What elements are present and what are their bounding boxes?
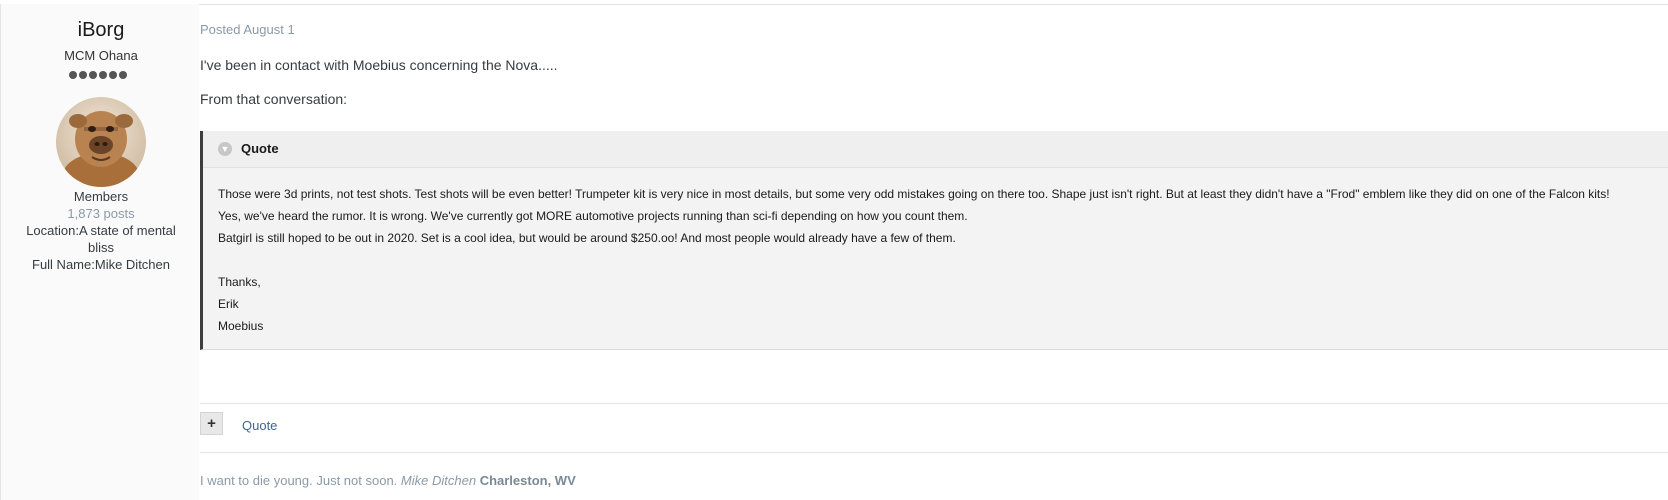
signature: I want to die young. Just not soon. Mike… <box>200 473 576 488</box>
avatar-image <box>56 97 146 187</box>
member-location: Location:A state of mental <box>11 222 191 240</box>
quote-header[interactable]: ▼ Quote <box>203 131 1668 168</box>
post-paragraph: I've been in contact with Moebius concer… <box>200 57 558 73</box>
rank-pip <box>99 71 107 79</box>
member-location-cont: bliss <box>87 240 114 255</box>
quote-title: Quote <box>241 141 279 156</box>
post-content: Posted August 1 I've been in contact wit… <box>200 0 1668 500</box>
post-date[interactable]: Posted August 1 <box>200 22 295 37</box>
author-name[interactable]: iBorg <box>1 19 201 42</box>
rank-pip <box>119 71 127 79</box>
signature-text: I want to die young. Just not soon. <box>200 473 398 488</box>
location-value: A state of mental <box>78 223 176 238</box>
fullname-value: Mike Ditchen <box>94 257 170 272</box>
avatar[interactable] <box>56 97 146 187</box>
chevron-down-icon[interactable]: ▼ <box>218 142 232 156</box>
rank-pip <box>69 71 77 79</box>
member-role: Members <box>73 189 129 204</box>
post-paragraph: From that conversation: <box>200 91 348 107</box>
signature-name: Mike Ditchen <box>400 473 477 488</box>
quote-block: ▼ Quote Those were 3d prints, not test s… <box>200 131 1668 350</box>
fullname-label: Full Name: <box>32 257 95 272</box>
quote-body: Those were 3d prints, not test shots. Te… <box>218 183 1658 337</box>
rank-pips <box>69 71 127 81</box>
quote-line: Yes, we've heard the rumor. It is wrong.… <box>218 209 968 223</box>
member-fullname: Full Name:Mike Ditchen <box>11 256 191 274</box>
quote-line: Those were 3d prints, not test shots. Te… <box>218 187 1610 201</box>
rank-pip <box>79 71 87 79</box>
author-group: MCM Ohana <box>64 48 138 63</box>
quote-line: Erik <box>218 297 239 311</box>
signature-location: Charleston, WV <box>479 473 576 488</box>
quote-line <box>218 249 1658 271</box>
rank-pip <box>109 71 117 79</box>
quote-line: Thanks, <box>218 275 261 289</box>
quote-line: Moebius <box>218 319 264 333</box>
multiquote-plus-button[interactable]: + <box>200 412 223 435</box>
quote-button[interactable]: Quote <box>242 418 277 433</box>
rank-pip <box>89 71 97 79</box>
divider <box>200 452 1668 453</box>
divider <box>200 403 1668 404</box>
quote-line: Batgirl is still hoped to be out in 2020… <box>218 231 956 245</box>
author-panel: iBorg MCM Ohana Members 1,873 posts Loca… <box>1 4 199 500</box>
post-count: 1,873 posts <box>67 206 135 221</box>
location-label: Location: <box>26 223 79 238</box>
